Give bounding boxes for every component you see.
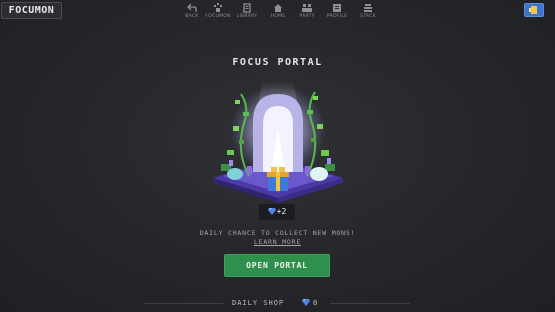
card-collection-button[interactable] <box>524 3 544 17</box>
open-portal-button[interactable]: OPEN PORTAL <box>224 254 330 277</box>
reward-amount: +2 <box>276 207 287 216</box>
divider-right <box>330 303 410 304</box>
nav-label: PROFILE <box>326 14 348 19</box>
divider-left <box>143 303 223 304</box>
nav-label: STACK <box>360 14 376 19</box>
stack-icon <box>364 4 372 12</box>
nav-label: PARTY <box>299 14 315 19</box>
portal-illustration <box>213 80 343 203</box>
home-icon <box>274 4 282 12</box>
gem-count: 0 <box>313 299 318 307</box>
app-logo: FOCUMON <box>1 2 62 19</box>
profile-card-icon <box>333 4 341 12</box>
party-icon <box>302 4 312 12</box>
nav-label: LIBRARY <box>236 14 258 19</box>
back-arrow-icon <box>187 3 197 12</box>
nav-library[interactable]: LIBRARY <box>230 2 264 24</box>
paw-icon <box>214 3 222 12</box>
nav-profile[interactable]: PROFILE <box>320 2 354 24</box>
gem-icon <box>267 208 276 215</box>
reward-badge: +2 <box>259 204 295 220</box>
portal-description: DAILY CHANCE TO COLLECT NEW MONS! <box>199 229 356 237</box>
book-icon <box>243 3 251 13</box>
nav-stack[interactable]: STACK <box>351 2 385 24</box>
nav-party[interactable]: PARTY <box>290 2 324 24</box>
learn-more-link[interactable]: LEARN MORE <box>0 238 555 246</box>
gem-icon <box>302 299 310 306</box>
daily-shop-heading: DAILY SHOP <box>232 299 285 307</box>
page-title: FOCUS PORTAL <box>232 57 323 68</box>
